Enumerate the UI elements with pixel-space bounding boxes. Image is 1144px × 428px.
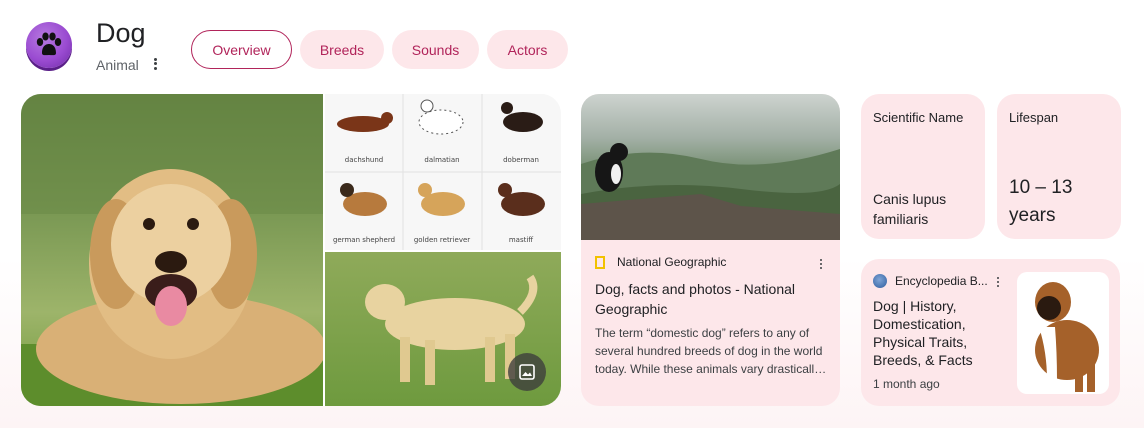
more-options-icon[interactable]: [150, 56, 160, 72]
breed-label: dalmatian: [424, 156, 459, 164]
britannica-logo-icon: [873, 274, 887, 288]
encyclopedia-title-link[interactable]: Dog | History, Domestication, Physical T…: [873, 297, 1003, 369]
avatar: [26, 22, 72, 68]
more-images-button[interactable]: [508, 353, 546, 391]
encyclopedia-card[interactable]: Encyclopedia B... Dog | History, Domesti…: [861, 259, 1120, 406]
national-geographic-logo-icon: [595, 255, 605, 269]
breed-label: golden retriever: [414, 236, 470, 244]
golden-retriever-image[interactable]: [21, 94, 323, 406]
tab-overview[interactable]: Overview: [191, 30, 292, 69]
encyclopedia-timestamp: 1 month ago: [873, 377, 940, 391]
fact-label: Scientific Name: [873, 110, 964, 125]
fact-card-scientific-name[interactable]: Scientific Name Canis lupus familiaris: [861, 94, 985, 239]
page-title: Dog: [96, 18, 146, 48]
news-card-image: [581, 94, 840, 240]
news-more-options-icon[interactable]: [816, 257, 826, 271]
fact-value: Canis lupus familiaris: [873, 191, 947, 227]
boxer-dog-image: [1017, 272, 1109, 394]
news-source-label: National Geographic: [617, 255, 727, 269]
tab-actors[interactable]: Actors: [487, 30, 568, 69]
news-title-link[interactable]: Dog, facts and photos - National Geograp…: [595, 279, 827, 319]
news-card[interactable]: National Geographic Dog, facts and photo…: [581, 94, 840, 406]
breed-label: german shepherd: [333, 236, 395, 244]
encyclopedia-source: Encyclopedia B...: [873, 274, 988, 288]
fact-label: Lifespan: [1009, 110, 1059, 125]
encyclopedia-source-label: Encyclopedia B...: [895, 274, 988, 288]
image-icon: [519, 364, 535, 380]
breed-label: dachshund: [345, 156, 383, 164]
tab-breeds[interactable]: Breeds: [300, 30, 384, 69]
image-collage: dachshund dalmatian doberman german shep…: [21, 94, 561, 406]
news-source: National Geographic: [595, 255, 726, 269]
breed-label: doberman: [503, 156, 539, 164]
knowledge-panel-header: Dog Animal Overview Breeds Sounds Actors: [0, 0, 1144, 94]
tab-sounds[interactable]: Sounds: [392, 30, 479, 69]
paw-icon: [36, 32, 62, 56]
entity-type: Animal: [96, 57, 139, 73]
fact-value: 10 – 13 years: [1009, 177, 1073, 226]
encyclopedia-more-options-icon[interactable]: [993, 275, 1003, 289]
breed-label: mastiff: [509, 236, 533, 244]
news-snippet: The term “domestic dog” refers to any of…: [595, 326, 823, 376]
dog-breeds-chart-image[interactable]: dachshund dalmatian doberman german shep…: [325, 94, 561, 250]
fact-card-lifespan[interactable]: Lifespan 10 – 13 years: [997, 94, 1121, 239]
